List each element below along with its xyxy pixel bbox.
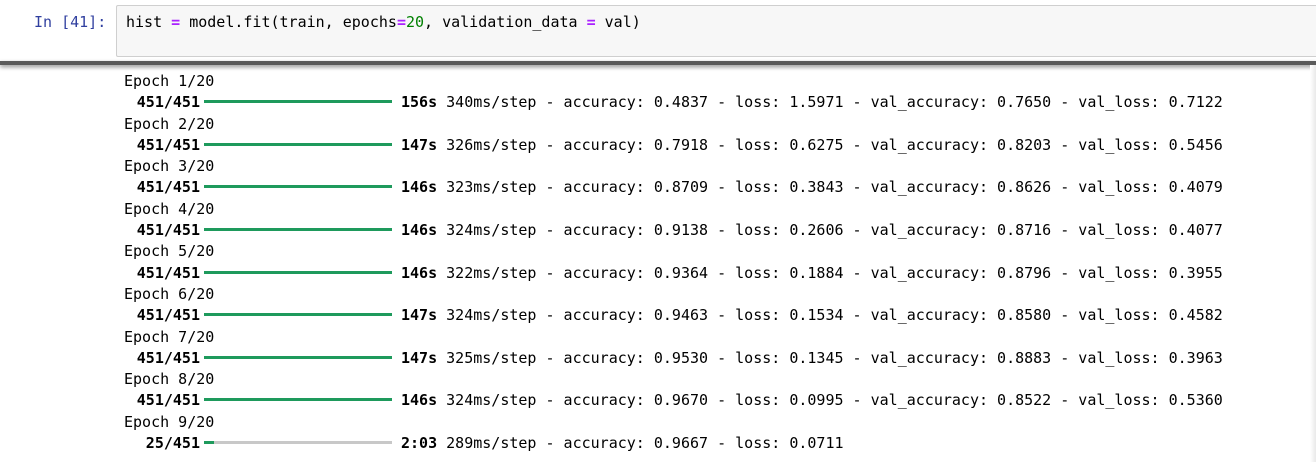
elapsed-time: 156s: [401, 93, 438, 112]
epoch-progress-line: 451/451 147s 325ms/step - accuracy: 0.953…: [124, 348, 1223, 369]
progress-bar-fill: [204, 355, 392, 359]
epoch-metrics: 324ms/step - accuracy: 0.9463 - loss: 0.…: [446, 306, 1223, 325]
code-token-assign: =: [171, 13, 181, 31]
epoch-metrics: 322ms/step - accuracy: 0.9364 - loss: 0.…: [446, 263, 1223, 282]
progress-bar: [204, 270, 392, 274]
progress-bar-fill: [204, 142, 392, 146]
epoch-header: Epoch 6/20: [124, 284, 215, 303]
step-counter: 451/451: [136, 135, 200, 154]
progress-bar: [204, 355, 392, 359]
step-counter: 451/451: [136, 93, 200, 112]
progress-bar: [204, 100, 392, 104]
epoch-metrics: 324ms/step - accuracy: 0.9670 - loss: 0.…: [446, 391, 1223, 410]
code-token-number: 20: [405, 13, 425, 31]
epoch-header: Epoch 8/20: [124, 370, 215, 389]
progress-bar-fill: [204, 228, 392, 232]
epoch-header: Epoch 1/20: [124, 72, 215, 90]
input-prompt: In [41]:: [34, 13, 107, 31]
step-counter: 451/451: [136, 391, 200, 410]
elapsed-time: 2:03: [401, 434, 438, 453]
progress-bar-fill: [204, 398, 392, 402]
epoch-progress-line: 451/451 146s 322ms/step - accuracy: 0.936…: [124, 263, 1223, 284]
code-line[interactable]: hist = model.fit(train, epochs=20, valid…: [126, 13, 641, 31]
elapsed-time: 147s: [401, 348, 438, 367]
epoch-header: Epoch 2/20: [124, 114, 215, 133]
epoch-header: Epoch 4/20: [124, 199, 215, 218]
progress-bar-fill: [204, 313, 392, 317]
epoch-progress-line: 25/451 2:03 289ms/step - accuracy: 0.9667…: [124, 433, 1223, 454]
code-token-kwarg-eq-2: =: [586, 13, 596, 31]
progress-bar: [204, 228, 392, 232]
step-counter: 451/451: [136, 263, 200, 282]
elapsed-time: 146s: [401, 391, 438, 410]
step-counter: 451/451: [136, 178, 200, 197]
epoch-progress-line: 451/451 146s 323ms/step - accuracy: 0.870…: [124, 177, 1223, 198]
code-token-rest: , validation_data: [424, 13, 587, 31]
elapsed-time: 146s: [401, 263, 438, 282]
elapsed-time: 147s: [401, 135, 438, 154]
progress-bar-fill: [204, 270, 392, 274]
output-scroll-edge: [1310, 65, 1316, 462]
code-token-lhs: hist: [126, 13, 172, 31]
code-token-kwarg-eq: =: [396, 13, 406, 31]
epoch-progress-line: 451/451 147s 324ms/step - accuracy: 0.946…: [124, 305, 1223, 326]
progress-bar: [204, 441, 392, 445]
epoch-metrics: 323ms/step - accuracy: 0.8709 - loss: 0.…: [446, 178, 1223, 197]
progress-bar-fill: [204, 441, 215, 445]
code-token-call: model.fit(train, epochs: [180, 13, 397, 31]
epoch-header: Epoch 5/20: [124, 242, 215, 261]
epoch-header: Epoch 3/20: [124, 157, 215, 176]
elapsed-time: 146s: [401, 221, 438, 240]
elapsed-time: 147s: [401, 306, 438, 325]
progress-bar: [204, 142, 392, 146]
step-counter: 451/451: [136, 221, 200, 240]
epoch-metrics: 324ms/step - accuracy: 0.9138 - loss: 0.…: [446, 221, 1223, 240]
epoch-header: Epoch 7/20: [124, 327, 215, 346]
step-counter: 451/451: [136, 348, 200, 367]
epoch-progress-line: 451/451 147s 326ms/step - accuracy: 0.791…: [124, 135, 1223, 156]
epoch-progress-line: 451/451 146s 324ms/step - accuracy: 0.913…: [124, 220, 1223, 241]
progress-bar-fill: [204, 100, 392, 104]
epoch-metrics: 340ms/step - accuracy: 0.4837 - loss: 1.…: [446, 93, 1223, 112]
code-input-cell[interactable]: hist = model.fit(train, epochs=20, valid…: [116, 5, 1316, 57]
code-token-tail: val): [595, 13, 641, 31]
progress-bar: [204, 185, 392, 189]
progress-bar-fill: [204, 185, 392, 189]
epoch-header: Epoch 9/20: [124, 412, 215, 431]
epoch-progress-line: 451/451 156s 340ms/step - accuracy: 0.483…: [124, 92, 1223, 113]
progress-bar: [204, 398, 392, 402]
step-counter: 451/451: [136, 306, 200, 325]
training-log: Epoch 1/20 451/451 156s 340ms/step - accur…: [124, 71, 1223, 454]
cell-output-area[interactable]: Epoch 1/20 451/451 156s 340ms/step - accur…: [0, 65, 1316, 462]
progress-bar: [204, 313, 392, 317]
elapsed-time: 146s: [401, 178, 438, 197]
epoch-metrics: 289ms/step - accuracy: 0.9667 - loss: 0.…: [446, 434, 844, 453]
step-counter: 25/451: [136, 434, 200, 453]
epoch-metrics: 325ms/step - accuracy: 0.9530 - loss: 0.…: [446, 348, 1223, 367]
epoch-progress-line: 451/451 146s 324ms/step - accuracy: 0.967…: [124, 390, 1223, 411]
epoch-metrics: 326ms/step - accuracy: 0.7918 - loss: 0.…: [446, 135, 1223, 154]
